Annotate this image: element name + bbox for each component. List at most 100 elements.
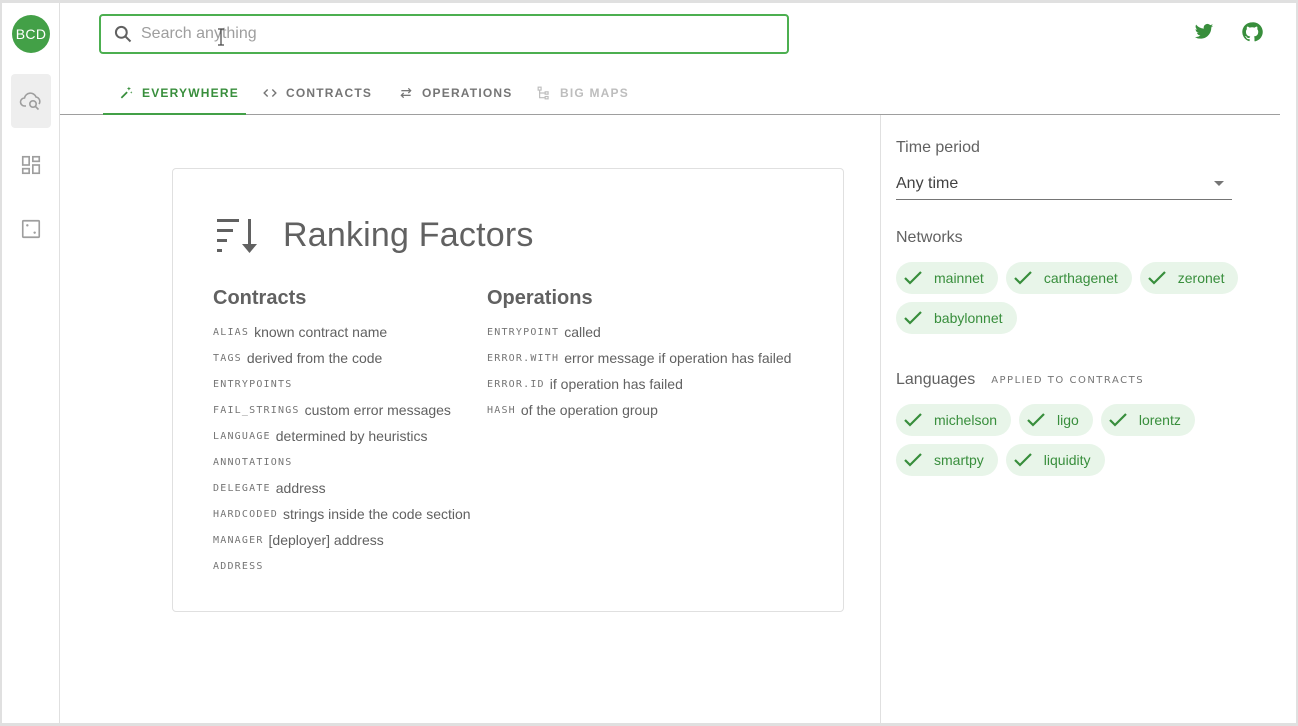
nav-random-button[interactable] (11, 202, 51, 256)
factor-text: custom error messages (304, 402, 451, 418)
networks-label: Networks (896, 229, 963, 246)
factor-key: HASH (487, 404, 516, 416)
language-chip-lorentz[interactable]: lorentz (1100, 404, 1195, 436)
search-input[interactable] (141, 25, 741, 43)
time-period-value: Any time (896, 175, 959, 192)
factor-row: FAIL_STRINGS custom error messages (213, 397, 471, 423)
chip-label: smartpy (934, 452, 984, 468)
tab-everywhere[interactable]: EVERYWHERE (119, 70, 239, 115)
dashboard-icon (20, 154, 42, 176)
factor-row: ERROR.WITH error message if operation has… (487, 345, 791, 371)
factor-key: ALIAS (213, 326, 250, 338)
chip-label: carthagenet (1043, 270, 1118, 286)
chip-label: ligo (1057, 412, 1079, 428)
dropdown-arrow-icon (1214, 181, 1224, 186)
check-icon (904, 271, 922, 285)
code-icon (263, 86, 277, 100)
nav-search-button[interactable] (11, 74, 51, 128)
factor-text: known contract name (254, 324, 388, 340)
language-chip-smartpy[interactable]: smartpy (896, 444, 998, 476)
language-chip-michelson[interactable]: michelson (896, 404, 1012, 436)
contracts-heading: Contracts (213, 287, 307, 309)
factor-key: ERROR.WITH (487, 352, 560, 364)
factor-row: LANGUAGE determined by heuristics (213, 423, 471, 449)
network-chip-carthagenet[interactable]: carthagenet (1005, 262, 1132, 294)
factor-text: error message if operation has failed (564, 350, 792, 366)
factor-row: ALIAS known contract name (213, 319, 471, 345)
operations-heading: Operations (487, 287, 593, 309)
factor-row: ENTRYPOINT called (487, 319, 791, 345)
sort-descending-icon (214, 217, 262, 262)
chip-label: zeronet (1177, 270, 1225, 286)
text-cursor-icon (217, 28, 225, 51)
tree-icon (537, 86, 551, 100)
check-icon (1027, 413, 1045, 427)
factor-row: HASH of the operation group (487, 397, 791, 423)
time-period-label: Time period (896, 139, 980, 156)
factor-text: determined by heuristics (275, 428, 428, 444)
factor-key: TAGS (213, 352, 242, 364)
tab-operations[interactable]: OPERATIONS (399, 70, 512, 115)
factor-key: ENTRYPOINTS (213, 378, 293, 390)
networks-chips: mainnet carthagenet zeronet babylonnet (896, 262, 1256, 342)
chip-label: liquidity (1043, 452, 1091, 468)
logo-avatar[interactable]: BCD (12, 15, 50, 53)
search-box[interactable] (99, 14, 789, 54)
factor-key: ANNOTATIONS (213, 456, 293, 468)
languages-sublabel: APPLIED TO CONTRACTS (991, 374, 1145, 386)
nav-dashboard-button[interactable] (11, 138, 51, 192)
factor-text: if operation has failed (549, 376, 683, 392)
chip-label: babylonnet (934, 310, 1003, 326)
factor-text: [deployer] address (268, 532, 384, 548)
contracts-column: Contracts ALIAS known contract name TAGS d… (213, 287, 471, 579)
card-title: Ranking Factors (283, 216, 534, 254)
chip-label: mainnet (934, 270, 984, 286)
languages-label: Languages (896, 371, 976, 388)
network-chip-babylonnet[interactable]: babylonnet (896, 302, 1017, 334)
factor-row: TAGS derived from the code (213, 345, 471, 371)
twitter-link[interactable] (1192, 22, 1216, 46)
factor-key: LANGUAGE (213, 430, 271, 442)
time-period-select[interactable]: Any time (896, 170, 1232, 200)
language-chip-liquidity[interactable]: liquidity (1005, 444, 1105, 476)
tab-label: EVERYWHERE (142, 85, 239, 100)
factor-row: ENTRYPOINTS (213, 371, 471, 397)
languages-header: Languages APPLIED TO CONTRACTS (896, 371, 1144, 389)
check-icon (904, 453, 922, 467)
tab-label: BIG MAPS (560, 85, 629, 100)
swap-icon (399, 86, 413, 100)
network-chip-mainnet[interactable]: mainnet (896, 262, 998, 294)
factor-row: HARDCODED strings inside the code section (213, 501, 471, 527)
panel-divider (880, 115, 881, 723)
factor-key: DELEGATE (213, 482, 271, 494)
search-tabs: EVERYWHERE CONTRACTS OPERATIONS BIG MAPS (60, 70, 1280, 115)
language-chip-ligo[interactable]: ligo (1019, 404, 1093, 436)
magic-wand-icon (119, 86, 133, 100)
languages-chips: michelson ligo lorentz smartpy liquidity (896, 404, 1256, 484)
nav-rail: BCD (2, 3, 60, 723)
twitter-icon (1193, 22, 1215, 47)
check-icon (1014, 453, 1032, 467)
network-chip-zeronet[interactable]: zeronet (1139, 262, 1239, 294)
tab-big-maps[interactable]: BIG MAPS (537, 70, 629, 115)
check-icon (904, 311, 922, 325)
dice-icon (20, 218, 42, 240)
factor-key: ERROR.ID (487, 378, 545, 390)
github-link[interactable] (1240, 21, 1264, 46)
factor-key: MANAGER (213, 534, 264, 546)
factor-row: DELEGATE address (213, 475, 471, 501)
cloud-search-icon (19, 89, 43, 113)
tab-label: CONTRACTS (286, 85, 373, 100)
factor-row: MANAGER [deployer] address (213, 527, 471, 553)
factor-row: ADDRESS (213, 553, 471, 579)
factor-key: HARDCODED (213, 508, 278, 520)
operations-column: Operations ENTRYPOINT called ERROR.WITH er… (487, 287, 791, 423)
factor-key: FAIL_STRINGS (213, 404, 300, 416)
factor-key: ADDRESS (213, 560, 264, 572)
factor-row: ANNOTATIONS (213, 449, 471, 475)
check-icon (904, 413, 922, 427)
tab-contracts[interactable]: CONTRACTS (263, 70, 372, 115)
factor-text: derived from the code (246, 350, 383, 366)
active-tab-indicator (103, 113, 246, 115)
ranking-factors-card: Ranking Factors Contracts ALIAS known con… (172, 168, 844, 612)
